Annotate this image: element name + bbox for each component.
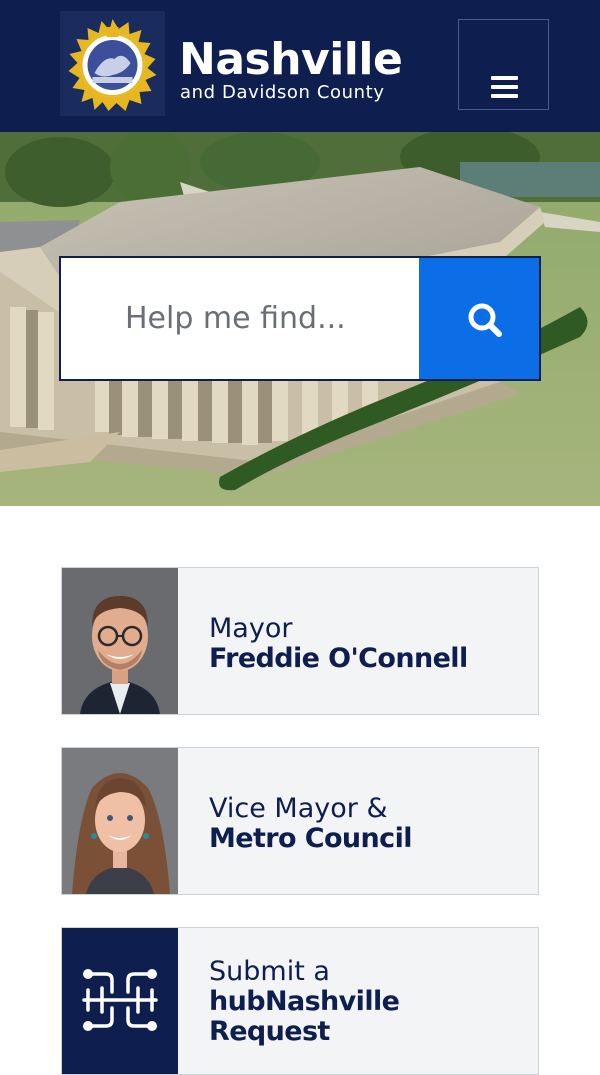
- search-box: [59, 256, 541, 381]
- submit-label: Submit a: [209, 956, 330, 987]
- hubnashville-circuit-icon: [62, 928, 178, 1074]
- search-input[interactable]: [61, 258, 419, 379]
- search-button[interactable]: [419, 258, 539, 379]
- vice-mayor-portrait: [62, 748, 178, 894]
- hubnashville-label: hubNashville: [209, 986, 400, 1017]
- mayor-name: Freddie O'Connell: [209, 643, 468, 674]
- hamburger-menu-button[interactable]: [458, 19, 549, 110]
- mayor-portrait: [62, 568, 178, 714]
- site-header: Nashville and Davidson County: [0, 0, 600, 132]
- vice-mayor-card[interactable]: Vice Mayor & Metro Council: [61, 747, 539, 895]
- site-subtitle: and Davidson County: [180, 82, 385, 103]
- mayor-card[interactable]: Mayor Freddie O'Connell: [61, 567, 539, 715]
- hamburger-menu-icon: [491, 76, 518, 80]
- site-title[interactable]: Nashville: [179, 34, 403, 86]
- metro-seal-logo[interactable]: [60, 11, 165, 116]
- request-label: Request: [209, 1016, 330, 1047]
- search-icon: [468, 303, 502, 337]
- mayor-title: Mayor: [209, 613, 293, 644]
- vice-mayor-title: Vice Mayor &: [209, 793, 388, 824]
- metro-council-label: Metro Council: [209, 823, 412, 854]
- hubnashville-card[interactable]: Submit a hubNashville Request: [61, 927, 539, 1075]
